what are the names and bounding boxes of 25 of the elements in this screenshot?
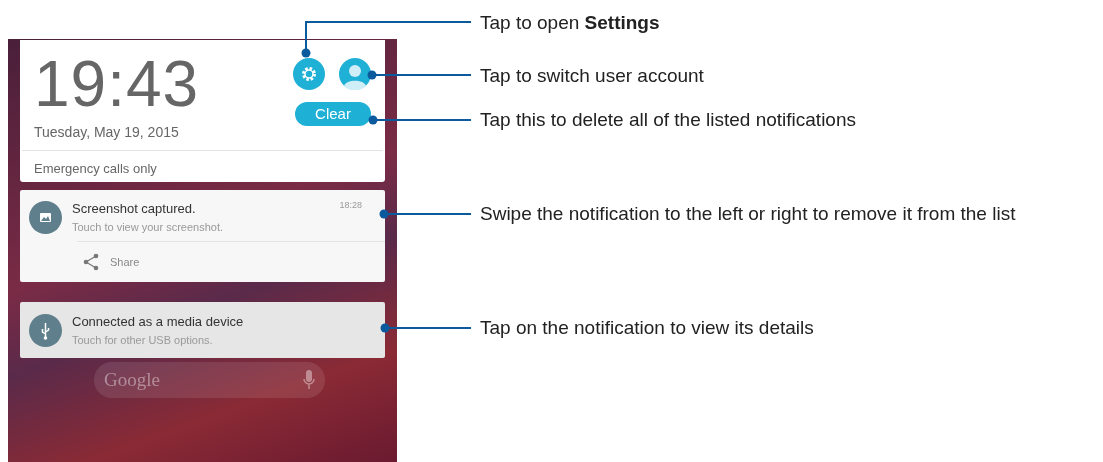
- picture-icon: [29, 200, 62, 234]
- clock-time: 19:43: [34, 52, 200, 116]
- share-action[interactable]: Share: [82, 242, 385, 282]
- date-text: Tuesday, May 19, 2015: [34, 123, 180, 142]
- search-bar[interactable]: Google: [94, 362, 325, 398]
- callout-text: Swipe the notification to the left or right to remove it from the list: [480, 202, 1017, 226]
- callout-text: Tap this to delete all of the listed notifications: [480, 108, 857, 132]
- notification-text: Touch for other USB options.: [72, 332, 214, 348]
- search-placeholder: Google: [104, 367, 160, 392]
- notification-title: Screenshot captured.: [72, 200, 196, 218]
- notification-time: 18:28: [339, 199, 362, 212]
- notification-text: Touch to view your screenshot.: [72, 219, 225, 235]
- callout-text: Tap to switch user account: [480, 64, 705, 88]
- notification-card[interactable]: Screenshot captured. 18:28 Touch to view your screenshot. Share: [20, 190, 385, 282]
- callout-text: Tap on the notification to view its details: [480, 316, 815, 340]
- callout-text: Tap to open Settings: [480, 11, 661, 35]
- settings-icon[interactable]: [293, 58, 325, 90]
- clear-button[interactable]: Clear: [295, 102, 371, 126]
- share-icon: [82, 253, 100, 271]
- microphone-icon[interactable]: [303, 370, 315, 390]
- user-avatar-icon[interactable]: [339, 58, 371, 90]
- notification-card[interactable]: Connected as a media device Touch for other USB options.: [20, 302, 385, 358]
- notification-title: Connected as a media device: [72, 313, 244, 331]
- usb-icon: [29, 313, 62, 347]
- status-text: Emergency calls only: [33, 160, 158, 178]
